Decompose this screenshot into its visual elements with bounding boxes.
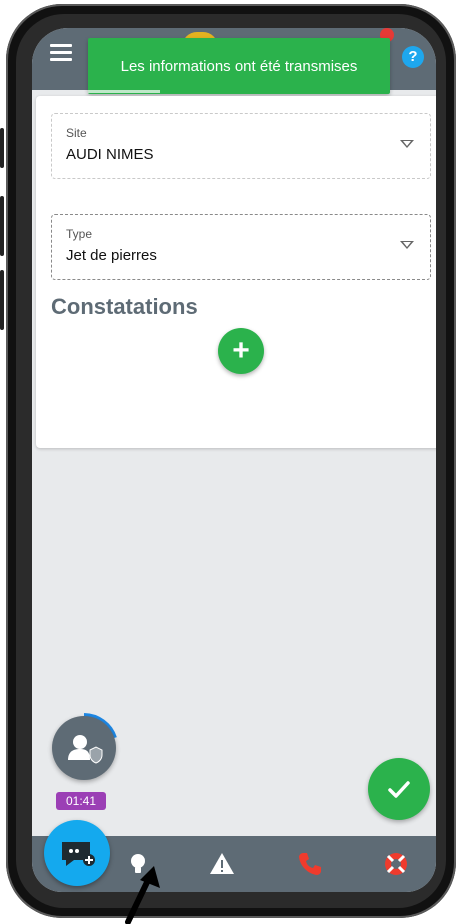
session-timer: 01:41 <box>56 792 106 810</box>
help-icon[interactable]: ? <box>402 46 424 68</box>
check-icon <box>388 781 410 798</box>
type-value: Jet de pierres <box>66 247 157 264</box>
toast-progress <box>88 90 160 93</box>
chat-button[interactable] <box>44 820 110 886</box>
site-label: Site <box>66 126 87 140</box>
success-toast: Les informations ont été transmises <box>88 38 390 94</box>
nav-item-call[interactable] <box>294 848 326 880</box>
menu-icon[interactable] <box>50 44 72 62</box>
pointer-arrow-icon <box>125 866 160 924</box>
section-title: Constatations <box>51 294 198 319</box>
type-select[interactable]: Type Jet de pierres <box>51 214 431 280</box>
phone-side-button <box>0 270 4 330</box>
phone-side-button <box>0 196 4 256</box>
form-card: Site AUDI NIMES Type Jet de pierres Cons… <box>36 96 436 448</box>
warning-icon <box>210 853 234 874</box>
chat-plus-icon <box>62 842 95 866</box>
user-shield-icon <box>68 735 103 764</box>
chevron-down-icon <box>400 140 414 148</box>
user-status-widget[interactable] <box>48 712 120 784</box>
app-screen: ? Les informations ont été transmises Si… <box>32 28 436 892</box>
phone-side-button <box>0 128 4 168</box>
nav-item-emergency[interactable] <box>380 848 412 880</box>
chevron-down-icon <box>400 241 414 249</box>
validate-button[interactable] <box>368 758 430 820</box>
nav-item-alerts[interactable] <box>206 848 238 880</box>
site-value: AUDI NIMES <box>66 146 154 163</box>
phone-icon <box>299 853 321 875</box>
avatar[interactable] <box>52 716 116 780</box>
lifebuoy-icon <box>385 853 407 875</box>
type-label: Type <box>66 227 93 241</box>
add-constatation-button[interactable]: + <box>218 328 264 374</box>
toast-message: Les informations ont été transmises <box>120 57 358 75</box>
site-select[interactable]: Site AUDI NIMES <box>51 113 431 179</box>
